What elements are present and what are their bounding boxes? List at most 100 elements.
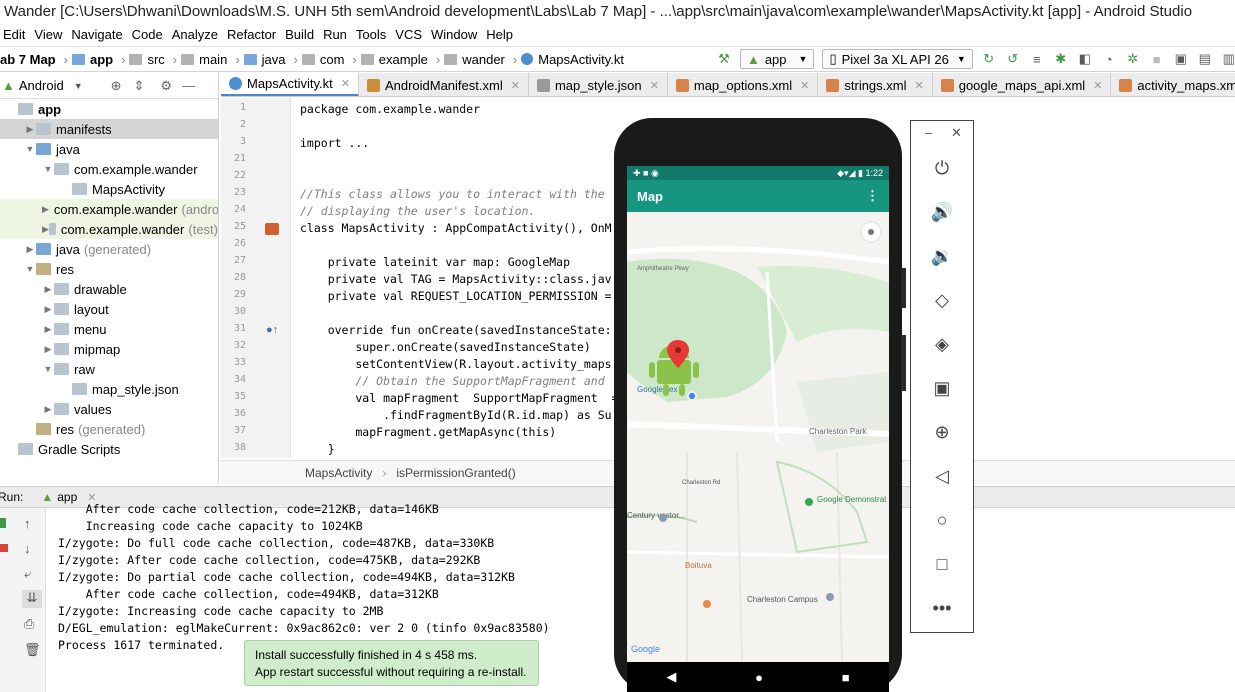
chevron-right-icon[interactable]: ▶ — [24, 124, 36, 135]
volume-down-icon[interactable]: 🔉 — [929, 243, 955, 269]
menu-vcs[interactable]: VCS — [392, 27, 428, 42]
device-select[interactable]: ▯ Pixel 3a XL API 26 ▼ — [822, 49, 973, 69]
menu-code[interactable]: Code — [129, 27, 169, 42]
home-icon[interactable]: ○ — [929, 507, 955, 533]
hammer-icon[interactable]: ⚒ — [713, 49, 735, 69]
tree-item[interactable]: ▶ com.example.wander (test) — [0, 219, 218, 239]
chevron-right-icon[interactable]: ▶ — [42, 344, 54, 355]
coverage-icon[interactable]: ✲ — [1122, 49, 1144, 69]
chevron-down-icon[interactable]: ▼ — [74, 81, 83, 91]
close-icon[interactable]: ✕ — [951, 125, 962, 141]
rotate-left-icon[interactable]: ◇ — [929, 287, 955, 313]
tree-item[interactable]: ▶ com.example.wander (androi — [0, 199, 218, 219]
tree-item[interactable]: res (generated) — [0, 419, 218, 439]
tab-mapsactivity[interactable]: MapsActivity.kt ✕ — [221, 73, 359, 96]
trash-icon[interactable]: 🗑 — [24, 642, 41, 658]
breadcrumb-class[interactable]: MapsActivity — [305, 466, 372, 480]
tab-map-style[interactable]: map_style.json ✕ — [529, 73, 668, 96]
tab-strings[interactable]: strings.xml ✕ — [818, 73, 933, 96]
collapse-icon[interactable]: ⇕ — [134, 78, 145, 94]
profiler-icon[interactable]: ◔ — [1098, 49, 1120, 69]
chevron-down-icon[interactable]: ▼ — [42, 164, 54, 174]
tree-item[interactable]: ▼ raw — [0, 359, 218, 379]
avd-manager-icon[interactable]: ▤ — [1194, 49, 1216, 69]
tab-activity-maps[interactable]: activity_maps.xml✕ — [1111, 73, 1235, 96]
stop-icon[interactable] — [0, 544, 8, 552]
close-icon[interactable]: ✕ — [511, 79, 520, 92]
menu-tools[interactable]: Tools — [353, 27, 392, 42]
debug-icon[interactable]: ✱ — [1050, 49, 1072, 69]
breadcrumb-src[interactable]: › src — [117, 52, 169, 67]
project-structure-icon[interactable]: ▣ — [1170, 49, 1192, 69]
implements-marker-icon[interactable]: ●↑ — [266, 324, 278, 336]
crosshair-icon[interactable]: ⊕ — [111, 78, 122, 94]
chevron-right-icon[interactable]: ▶ — [42, 304, 54, 315]
up-arrow-icon[interactable]: ↑ — [24, 516, 31, 531]
soft-wrap-icon[interactable]: ⤶ — [24, 566, 31, 582]
tree-item[interactable]: ▶ mipmap — [0, 339, 218, 359]
zoom-icon[interactable]: ⊕ — [929, 419, 955, 445]
breadcrumb-wander[interactable]: › wander — [432, 52, 509, 67]
rotate-right-icon[interactable]: ◈ — [929, 331, 955, 357]
notification-balloon[interactable]: Install successfully finished in 4 s 458… — [244, 640, 539, 686]
menu-window[interactable]: Window — [428, 27, 483, 42]
more-icon[interactable]: ••• — [929, 595, 955, 621]
sdk-manager-icon[interactable]: ▥ — [1218, 49, 1235, 69]
breadcrumb-java[interactable]: › java — [231, 52, 289, 67]
close-icon[interactable]: ✕ — [1093, 79, 1102, 92]
tab-google-maps-api[interactable]: google_maps_api.xml ✕ — [933, 73, 1112, 96]
breadcrumb-com[interactable]: › com — [290, 52, 349, 67]
minimize-icon[interactable]: – — [925, 125, 932, 140]
nav-back-icon[interactable]: ◀ — [666, 669, 676, 685]
chevron-right-icon[interactable]: ▶ — [42, 224, 49, 235]
run-config-select[interactable]: ▲ app ▼ — [739, 49, 815, 69]
tab-map-options[interactable]: map_options.xml ✕ — [668, 73, 819, 96]
emulator-screen[interactable]: ✚ ■ ◉ ◆▾◢ ▮ 1:22 Map ⋮ Amphitheatre Pkwy… — [627, 166, 889, 662]
back-icon[interactable]: ◁ — [929, 463, 955, 489]
nav-home-icon[interactable]: ● — [755, 670, 763, 685]
stop-icon[interactable]: ■ — [1146, 49, 1168, 69]
breadcrumb-file[interactable]: › MapsActivity.kt — [509, 52, 628, 67]
print-icon[interactable]: ⎙ — [24, 616, 34, 632]
close-icon[interactable]: ✕ — [800, 79, 809, 92]
chevron-right-icon[interactable]: ▶ — [24, 244, 36, 255]
chevron-right-icon[interactable]: ▶ — [42, 404, 54, 415]
map-view[interactable]: Amphitheatre Pkwy Googleplex Charleston … — [627, 212, 889, 662]
breadcrumb-app[interactable]: › app — [60, 52, 117, 67]
run-list-icon[interactable]: ≡ — [1026, 49, 1048, 69]
down-arrow-icon[interactable]: ↓ — [24, 541, 31, 556]
menu-help[interactable]: Help — [483, 27, 519, 42]
chevron-right-icon[interactable]: ▶ — [42, 204, 49, 215]
tree-item[interactable]: ▼ res — [0, 259, 218, 279]
breadcrumb-project[interactable]: ab 7 Map — [0, 52, 60, 67]
close-icon[interactable]: ✕ — [650, 79, 659, 92]
tree-item[interactable]: map_style.json — [0, 379, 218, 399]
scroll-to-end-icon[interactable]: ⇊ — [22, 590, 42, 608]
overview-icon[interactable]: □ — [929, 551, 955, 577]
menu-view[interactable]: View — [31, 27, 68, 42]
tree-item[interactable]: ▶ menu — [0, 319, 218, 339]
menu-run[interactable]: Run — [320, 27, 353, 42]
apply-changes-icon[interactable]: ↻ — [978, 49, 1000, 69]
tree-item[interactable]: app — [0, 99, 218, 119]
breadcrumb-main[interactable]: › main — [169, 52, 232, 67]
override-marker-icon[interactable] — [265, 223, 279, 235]
project-view-select[interactable]: Android — [19, 78, 64, 93]
nav-overview-icon[interactable]: ■ — [842, 670, 850, 685]
chevron-down-icon[interactable]: ▼ — [24, 144, 36, 154]
gear-icon[interactable]: ⚙ — [160, 78, 172, 94]
power-icon[interactable]: ⏻ — [929, 155, 955, 181]
chevron-right-icon[interactable]: ▶ — [42, 284, 54, 295]
minimize-icon[interactable]: — — [182, 78, 195, 93]
menu-refactor[interactable]: Refactor — [224, 27, 282, 42]
tree-item[interactable]: MapsActivity — [0, 179, 218, 199]
breadcrumb-method[interactable]: isPermissionGranted() — [396, 466, 515, 480]
volume-up-icon[interactable]: 🔊 — [929, 199, 955, 225]
apply-code-changes-icon[interactable]: ↺ — [1002, 49, 1024, 69]
tab-androidmanifest[interactable]: AndroidManifest.xml ✕ — [359, 73, 529, 96]
tree-item[interactable]: ▶ values — [0, 399, 218, 419]
menu-edit[interactable]: Edit — [0, 27, 31, 42]
overflow-menu-icon[interactable]: ⋮ — [866, 188, 879, 204]
tree-item[interactable]: ▼ java — [0, 139, 218, 159]
menu-navigate[interactable]: Navigate — [68, 27, 128, 42]
